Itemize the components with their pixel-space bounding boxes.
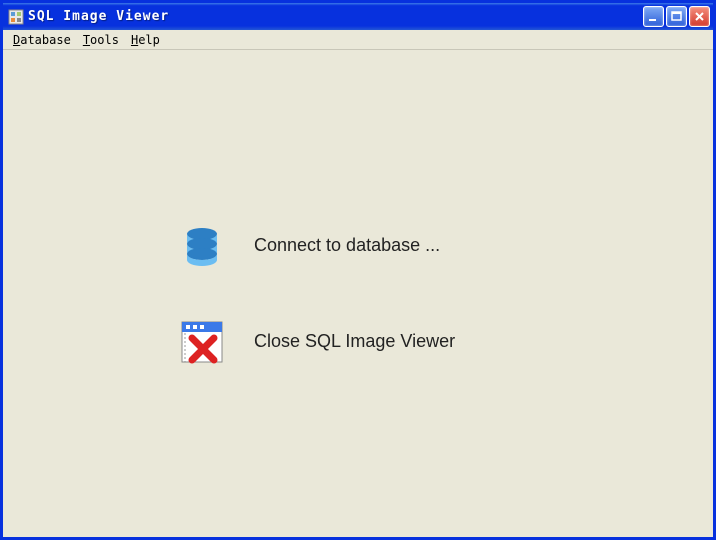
menu-database[interactable]: Database xyxy=(7,32,77,48)
menubar: Database Tools Help xyxy=(3,30,713,50)
content-area: Connect to database ... Close SQL Image … xyxy=(3,50,713,537)
close-window-icon xyxy=(178,318,226,366)
minimize-button[interactable] xyxy=(643,6,664,27)
close-action[interactable]: Close SQL Image Viewer xyxy=(178,318,538,366)
window-title: SQL Image Viewer xyxy=(28,9,643,24)
menu-help-rest: elp xyxy=(138,33,160,47)
menu-tools-rest: ools xyxy=(90,33,119,47)
close-button[interactable] xyxy=(689,6,710,27)
app-icon xyxy=(8,9,24,25)
titlebar: SQL Image Viewer xyxy=(3,3,713,30)
window-controls xyxy=(643,6,710,27)
maximize-button[interactable] xyxy=(666,6,687,27)
menu-tools[interactable]: Tools xyxy=(77,32,125,48)
menu-help[interactable]: Help xyxy=(125,32,166,48)
app-window: SQL Image Viewer Database Tools xyxy=(0,0,716,540)
connect-action[interactable]: Connect to database ... xyxy=(178,222,538,270)
close-label[interactable]: Close SQL Image Viewer xyxy=(254,331,455,352)
menu-database-rest: atabase xyxy=(20,33,71,47)
database-icon xyxy=(178,222,226,270)
connect-label[interactable]: Connect to database ... xyxy=(254,235,440,256)
